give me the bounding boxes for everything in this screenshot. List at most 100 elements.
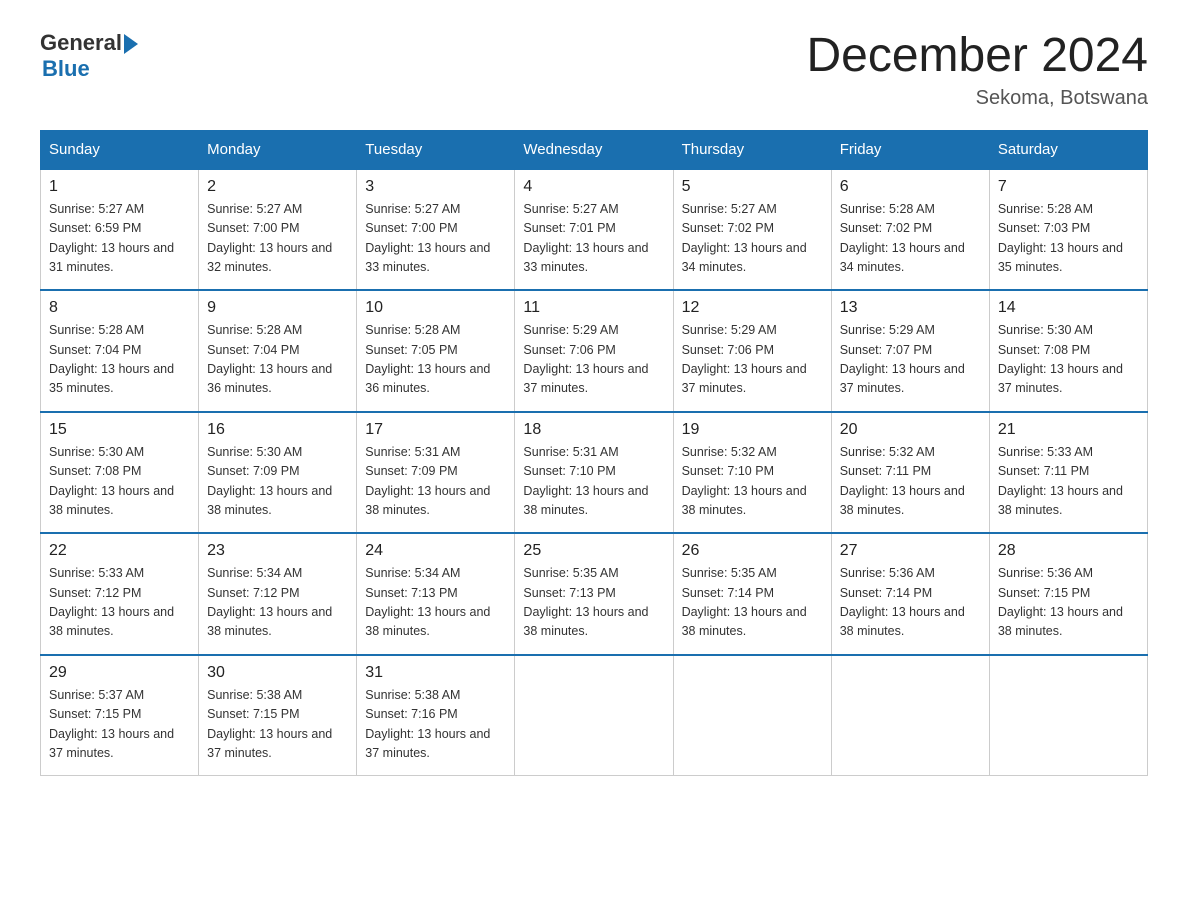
logo-text-blue: Blue xyxy=(42,56,138,82)
logo-text-general: General xyxy=(40,30,122,56)
calendar-cell: 28 Sunrise: 5:36 AMSunset: 7:15 PMDaylig… xyxy=(989,533,1147,655)
header-sunday: Sunday xyxy=(41,130,199,169)
day-info: Sunrise: 5:27 AMSunset: 7:01 PMDaylight:… xyxy=(523,200,664,278)
calendar-cell: 15 Sunrise: 5:30 AMSunset: 7:08 PMDaylig… xyxy=(41,412,199,534)
logo-arrow-icon xyxy=(124,34,138,54)
day-info: Sunrise: 5:30 AMSunset: 7:09 PMDaylight:… xyxy=(207,443,348,521)
header-tuesday: Tuesday xyxy=(357,130,515,169)
day-number: 4 xyxy=(523,178,664,196)
day-number: 30 xyxy=(207,664,348,682)
day-number: 22 xyxy=(49,542,190,560)
day-number: 16 xyxy=(207,421,348,439)
day-number: 9 xyxy=(207,299,348,317)
day-number: 27 xyxy=(840,542,981,560)
title-block: December 2024 Sekoma, Botswana xyxy=(806,30,1148,110)
day-number: 2 xyxy=(207,178,348,196)
calendar-cell: 23 Sunrise: 5:34 AMSunset: 7:12 PMDaylig… xyxy=(199,533,357,655)
day-number: 7 xyxy=(998,178,1139,196)
day-number: 5 xyxy=(682,178,823,196)
header-thursday: Thursday xyxy=(673,130,831,169)
header-monday: Monday xyxy=(199,130,357,169)
day-info: Sunrise: 5:31 AMSunset: 7:09 PMDaylight:… xyxy=(365,443,506,521)
calendar-cell: 18 Sunrise: 5:31 AMSunset: 7:10 PMDaylig… xyxy=(515,412,673,534)
day-info: Sunrise: 5:32 AMSunset: 7:11 PMDaylight:… xyxy=(840,443,981,521)
day-number: 24 xyxy=(365,542,506,560)
day-info: Sunrise: 5:29 AMSunset: 7:06 PMDaylight:… xyxy=(682,321,823,399)
day-info: Sunrise: 5:28 AMSunset: 7:04 PMDaylight:… xyxy=(49,321,190,399)
day-number: 31 xyxy=(365,664,506,682)
logo: General Blue xyxy=(40,30,138,82)
day-number: 20 xyxy=(840,421,981,439)
calendar-cell: 29 Sunrise: 5:37 AMSunset: 7:15 PMDaylig… xyxy=(41,655,199,776)
day-info: Sunrise: 5:35 AMSunset: 7:13 PMDaylight:… xyxy=(523,564,664,642)
day-info: Sunrise: 5:28 AMSunset: 7:04 PMDaylight:… xyxy=(207,321,348,399)
header-saturday: Saturday xyxy=(989,130,1147,169)
day-info: Sunrise: 5:34 AMSunset: 7:13 PMDaylight:… xyxy=(365,564,506,642)
calendar-cell: 22 Sunrise: 5:33 AMSunset: 7:12 PMDaylig… xyxy=(41,533,199,655)
day-number: 10 xyxy=(365,299,506,317)
calendar-cell: 31 Sunrise: 5:38 AMSunset: 7:16 PMDaylig… xyxy=(357,655,515,776)
calendar-cell xyxy=(673,655,831,776)
day-info: Sunrise: 5:27 AMSunset: 7:02 PMDaylight:… xyxy=(682,200,823,278)
day-info: Sunrise: 5:27 AMSunset: 7:00 PMDaylight:… xyxy=(207,200,348,278)
calendar-cell: 7 Sunrise: 5:28 AMSunset: 7:03 PMDayligh… xyxy=(989,169,1147,291)
day-number: 19 xyxy=(682,421,823,439)
day-number: 3 xyxy=(365,178,506,196)
header-row: SundayMondayTuesdayWednesdayThursdayFrid… xyxy=(41,130,1148,169)
day-number: 28 xyxy=(998,542,1139,560)
calendar-cell: 2 Sunrise: 5:27 AMSunset: 7:00 PMDayligh… xyxy=(199,169,357,291)
day-info: Sunrise: 5:30 AMSunset: 7:08 PMDaylight:… xyxy=(49,443,190,521)
calendar-cell xyxy=(989,655,1147,776)
day-info: Sunrise: 5:36 AMSunset: 7:14 PMDaylight:… xyxy=(840,564,981,642)
calendar-cell: 27 Sunrise: 5:36 AMSunset: 7:14 PMDaylig… xyxy=(831,533,989,655)
calendar-cell: 11 Sunrise: 5:29 AMSunset: 7:06 PMDaylig… xyxy=(515,290,673,412)
day-info: Sunrise: 5:35 AMSunset: 7:14 PMDaylight:… xyxy=(682,564,823,642)
week-row-1: 1 Sunrise: 5:27 AMSunset: 6:59 PMDayligh… xyxy=(41,169,1148,291)
calendar-cell: 14 Sunrise: 5:30 AMSunset: 7:08 PMDaylig… xyxy=(989,290,1147,412)
week-row-2: 8 Sunrise: 5:28 AMSunset: 7:04 PMDayligh… xyxy=(41,290,1148,412)
day-info: Sunrise: 5:36 AMSunset: 7:15 PMDaylight:… xyxy=(998,564,1139,642)
calendar-cell: 1 Sunrise: 5:27 AMSunset: 6:59 PMDayligh… xyxy=(41,169,199,291)
day-number: 25 xyxy=(523,542,664,560)
calendar-subtitle: Sekoma, Botswana xyxy=(806,87,1148,110)
day-number: 12 xyxy=(682,299,823,317)
calendar-cell: 26 Sunrise: 5:35 AMSunset: 7:14 PMDaylig… xyxy=(673,533,831,655)
header-wednesday: Wednesday xyxy=(515,130,673,169)
day-number: 13 xyxy=(840,299,981,317)
week-row-4: 22 Sunrise: 5:33 AMSunset: 7:12 PMDaylig… xyxy=(41,533,1148,655)
calendar-cell: 8 Sunrise: 5:28 AMSunset: 7:04 PMDayligh… xyxy=(41,290,199,412)
calendar-cell: 9 Sunrise: 5:28 AMSunset: 7:04 PMDayligh… xyxy=(199,290,357,412)
day-number: 15 xyxy=(49,421,190,439)
day-info: Sunrise: 5:34 AMSunset: 7:12 PMDaylight:… xyxy=(207,564,348,642)
calendar-cell: 21 Sunrise: 5:33 AMSunset: 7:11 PMDaylig… xyxy=(989,412,1147,534)
day-info: Sunrise: 5:37 AMSunset: 7:15 PMDaylight:… xyxy=(49,686,190,764)
header-friday: Friday xyxy=(831,130,989,169)
day-number: 8 xyxy=(49,299,190,317)
calendar-cell: 12 Sunrise: 5:29 AMSunset: 7:06 PMDaylig… xyxy=(673,290,831,412)
calendar-cell: 3 Sunrise: 5:27 AMSunset: 7:00 PMDayligh… xyxy=(357,169,515,291)
day-info: Sunrise: 5:33 AMSunset: 7:11 PMDaylight:… xyxy=(998,443,1139,521)
day-number: 18 xyxy=(523,421,664,439)
day-info: Sunrise: 5:32 AMSunset: 7:10 PMDaylight:… xyxy=(682,443,823,521)
day-number: 17 xyxy=(365,421,506,439)
day-number: 29 xyxy=(49,664,190,682)
calendar-table: SundayMondayTuesdayWednesdayThursdayFrid… xyxy=(40,130,1148,777)
day-info: Sunrise: 5:27 AMSunset: 7:00 PMDaylight:… xyxy=(365,200,506,278)
day-number: 11 xyxy=(523,299,664,317)
calendar-header: SundayMondayTuesdayWednesdayThursdayFrid… xyxy=(41,130,1148,169)
calendar-cell: 30 Sunrise: 5:38 AMSunset: 7:15 PMDaylig… xyxy=(199,655,357,776)
calendar-cell: 25 Sunrise: 5:35 AMSunset: 7:13 PMDaylig… xyxy=(515,533,673,655)
week-row-3: 15 Sunrise: 5:30 AMSunset: 7:08 PMDaylig… xyxy=(41,412,1148,534)
calendar-cell: 16 Sunrise: 5:30 AMSunset: 7:09 PMDaylig… xyxy=(199,412,357,534)
calendar-body: 1 Sunrise: 5:27 AMSunset: 6:59 PMDayligh… xyxy=(41,169,1148,776)
day-info: Sunrise: 5:38 AMSunset: 7:16 PMDaylight:… xyxy=(365,686,506,764)
day-number: 1 xyxy=(49,178,190,196)
calendar-cell: 24 Sunrise: 5:34 AMSunset: 7:13 PMDaylig… xyxy=(357,533,515,655)
calendar-cell xyxy=(515,655,673,776)
day-number: 6 xyxy=(840,178,981,196)
calendar-cell: 6 Sunrise: 5:28 AMSunset: 7:02 PMDayligh… xyxy=(831,169,989,291)
day-number: 26 xyxy=(682,542,823,560)
calendar-title: December 2024 xyxy=(806,30,1148,83)
day-info: Sunrise: 5:33 AMSunset: 7:12 PMDaylight:… xyxy=(49,564,190,642)
day-info: Sunrise: 5:28 AMSunset: 7:05 PMDaylight:… xyxy=(365,321,506,399)
